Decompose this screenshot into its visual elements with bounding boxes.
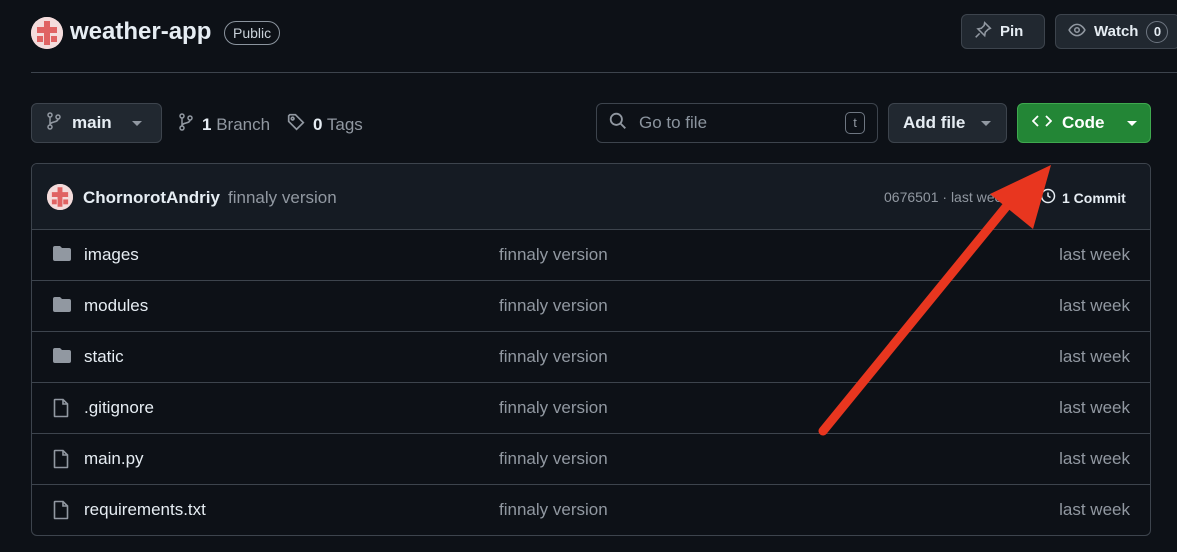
commit-hash[interactable]: 0676501 · last week [884,189,1009,205]
eye-icon [1068,21,1086,43]
search-icon [609,112,627,135]
header-divider [31,72,1177,73]
tag-label: Tags [326,114,363,134]
pin-icon [974,20,992,43]
file-table: ChornorotAndriy finnaly version 0676501 … [31,163,1151,536]
file-commit-message[interactable]: finnaly version [499,449,608,469]
tags-link[interactable]: 0 Tags [287,113,363,136]
branch-selector[interactable]: main [31,103,162,143]
branches-link[interactable]: 1 Branch [178,113,270,136]
file-name[interactable]: static [84,347,124,367]
code-icon [1031,113,1053,134]
chevron-down-icon [131,120,142,126]
file-commit-message[interactable]: finnaly version [499,296,608,316]
file-commit-date: last week [1059,296,1130,315]
history-icon [1040,188,1056,207]
keyboard-shortcut-hint: t [845,112,865,134]
file-commit-date: last week [1059,500,1130,519]
file-commit-message[interactable]: finnaly version [499,398,608,418]
repo-owner-avatar[interactable] [31,17,63,49]
file-name[interactable]: modules [84,296,148,316]
code-label: Code [1062,113,1105,132]
commits-link[interactable]: 1 Commit [1040,188,1126,207]
tag-icon [287,113,305,136]
chevron-down-icon [1126,120,1137,126]
branch-count: 1 [202,114,212,134]
commit-author-avatar[interactable] [47,184,73,210]
file-commit-message[interactable]: finnaly version [499,347,608,367]
file-row[interactable]: .gitignore finnaly version last week [32,383,1150,434]
commit-author[interactable]: ChornorotAndriy [83,188,220,208]
watch-count: 0 [1146,20,1169,43]
file-row[interactable]: images finnaly version last week [32,230,1150,281]
repo-name[interactable]: weather-app [70,18,211,46]
branch-label: Branch [216,114,271,134]
folder-icon [52,245,72,268]
file-commit-message[interactable]: finnaly version [499,500,608,520]
file-icon [52,500,70,525]
latest-commit-bar: ChornorotAndriy finnaly version 0676501 … [32,164,1150,230]
file-row[interactable]: main.py finnaly version last week [32,434,1150,485]
file-name[interactable]: requirements.txt [84,500,206,520]
add-file-label: Add file [903,113,966,132]
commit-message[interactable]: finnaly version [228,188,337,208]
folder-icon [52,347,72,370]
file-name[interactable]: .gitignore [84,398,154,418]
git-branch-icon [178,113,194,136]
file-commit-message[interactable]: finnaly version [499,245,608,265]
go-to-file-placeholder: Go to file [639,113,708,132]
pin-button[interactable]: Pin [961,14,1045,49]
tag-count: 0 [313,114,323,134]
watch-button[interactable]: Watch 0 [1055,14,1177,49]
file-commit-date: last week [1059,449,1130,468]
file-name[interactable]: main.py [84,449,144,469]
file-commit-date: last week [1059,245,1130,264]
file-commit-date: last week [1059,398,1130,417]
chevron-down-icon [981,120,992,126]
file-row[interactable]: modules finnaly version last week [32,281,1150,332]
add-file-button[interactable]: Add file [888,103,1007,143]
folder-icon [52,296,72,319]
commit-count-label: 1 Commit [1062,189,1126,206]
branch-name: main [72,113,112,132]
file-icon [52,398,70,423]
file-name[interactable]: images [84,245,139,265]
file-commit-date: last week [1059,347,1130,366]
file-icon [52,449,70,474]
git-branch-icon [46,111,62,135]
file-row[interactable]: static finnaly version last week [32,332,1150,383]
file-row[interactable]: requirements.txt finnaly version last week [32,485,1150,535]
pin-label: Pin [1000,23,1024,40]
visibility-badge: Public [224,21,281,45]
code-button[interactable]: Code [1017,103,1151,143]
go-to-file-input[interactable]: Go to file t [596,103,878,143]
watch-label: Watch [1094,23,1139,40]
